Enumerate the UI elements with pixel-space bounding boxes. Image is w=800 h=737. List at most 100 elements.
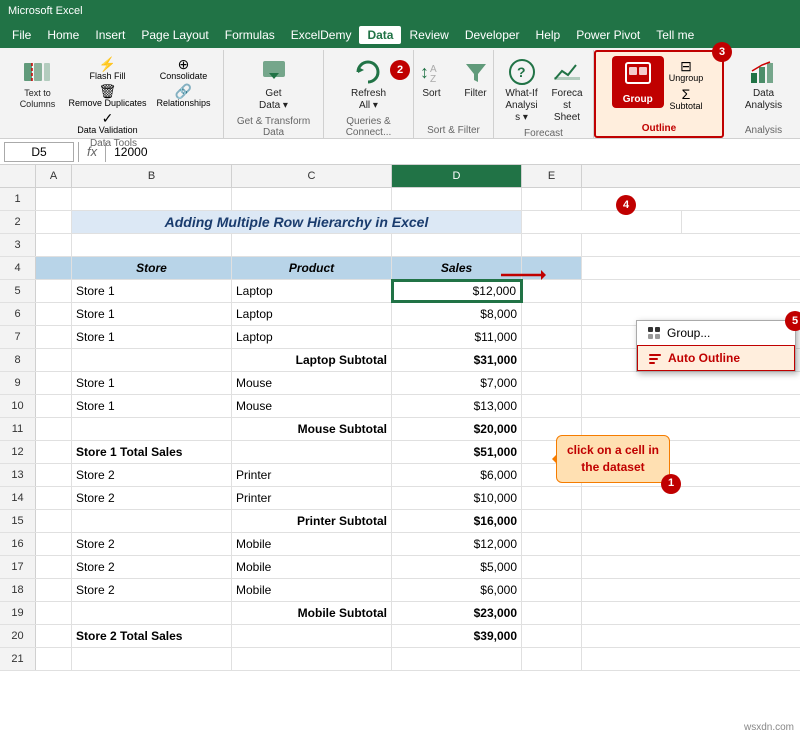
col-header-d[interactable]: D <box>392 165 522 187</box>
cell-r18-c1[interactable]: Store 2 <box>72 579 232 601</box>
cell-r1-c3[interactable] <box>392 188 522 210</box>
menu-item-review[interactable]: Review <box>401 26 456 44</box>
name-box[interactable] <box>4 142 74 162</box>
cell-r1-c0[interactable] <box>36 188 72 210</box>
cell-r17-c4[interactable] <box>522 556 582 578</box>
cell-r21-c4[interactable] <box>522 648 582 670</box>
cell-r8-c4[interactable] <box>522 349 582 371</box>
cell-r13-c2[interactable]: Printer <box>232 464 392 486</box>
cell-r13-c3[interactable]: $6,000 <box>392 464 522 486</box>
get-data-button[interactable]: GetData ▾ <box>254 54 294 114</box>
consolidate-button[interactable]: ⊕ Consolidate <box>154 56 214 82</box>
cell-r21-c0[interactable] <box>36 648 72 670</box>
cell-r19-c2[interactable]: Mobile Subtotal <box>232 602 392 624</box>
cell-r1-c1[interactable] <box>72 188 232 210</box>
cell-r16-c1[interactable]: Store 2 <box>72 533 232 555</box>
cell-r3-c1[interactable] <box>72 234 232 256</box>
cell-r3-c4[interactable] <box>522 234 582 256</box>
menu-item-file[interactable]: File <box>4 26 39 44</box>
refresh-all-button[interactable]: RefreshAll ▾ <box>347 54 390 114</box>
cell-r15-c4[interactable] <box>522 510 582 532</box>
cell-r3-c3[interactable] <box>392 234 522 256</box>
cell-r9-c3[interactable]: $7,000 <box>392 372 522 394</box>
cell-r20-c4[interactable] <box>522 625 582 647</box>
cell-r1-c4[interactable] <box>522 188 582 210</box>
cell-r3-c2[interactable] <box>232 234 392 256</box>
cell-r6-c0[interactable] <box>36 303 72 325</box>
cell-r15-c1[interactable] <box>72 510 232 532</box>
cell-r5-c0[interactable] <box>36 280 72 302</box>
data-validation-button[interactable]: ✓ Data Validation <box>65 110 149 136</box>
cell-r16-c4[interactable] <box>522 533 582 555</box>
cell-r8-c1[interactable] <box>72 349 232 371</box>
cell-r17-c3[interactable]: $5,000 <box>392 556 522 578</box>
cell-r2-c2[interactable] <box>522 211 682 233</box>
menu-item-data[interactable]: Data <box>359 26 401 44</box>
data-analysis-button[interactable]: Data Analysis <box>734 54 794 114</box>
cell-r7-c0[interactable] <box>36 326 72 348</box>
cell-r16-c0[interactable] <box>36 533 72 555</box>
cell-r4-c1[interactable]: Store <box>72 257 232 279</box>
cell-r13-c0[interactable] <box>36 464 72 486</box>
cell-r11-c1[interactable] <box>72 418 232 440</box>
cell-r16-c2[interactable]: Mobile <box>232 533 392 555</box>
cell-r18-c3[interactable]: $6,000 <box>392 579 522 601</box>
cell-r7-c3[interactable]: $11,000 <box>392 326 522 348</box>
cell-r20-c3[interactable]: $39,000 <box>392 625 522 647</box>
cell-r6-c1[interactable]: Store 1 <box>72 303 232 325</box>
cell-r21-c1[interactable] <box>72 648 232 670</box>
subtotal-button[interactable]: Σ Subtotal <box>666 86 707 112</box>
remove-duplicates-button[interactable]: 🗑 Remove Duplicates <box>65 83 149 109</box>
cell-r18-c4[interactable] <box>522 579 582 601</box>
cell-r9-c4[interactable] <box>522 372 582 394</box>
cell-r1-c2[interactable] <box>232 188 392 210</box>
cell-r4-c0[interactable] <box>36 257 72 279</box>
cell-r13-c1[interactable]: Store 2 <box>72 464 232 486</box>
text-to-columns-button[interactable]: Text to Columns <box>13 54 61 112</box>
cell-r14-c2[interactable]: Printer <box>232 487 392 509</box>
cell-r17-c1[interactable]: Store 2 <box>72 556 232 578</box>
cell-r9-c2[interactable]: Mouse <box>232 372 392 394</box>
menu-item-page-layout[interactable]: Page Layout <box>133 26 216 44</box>
cell-r19-c1[interactable] <box>72 602 232 624</box>
cell-r20-c1[interactable]: Store 2 Total Sales <box>72 625 232 647</box>
cell-r21-c3[interactable] <box>392 648 522 670</box>
cell-r19-c0[interactable] <box>36 602 72 624</box>
col-header-c[interactable]: C <box>232 165 392 187</box>
cell-r2-c0[interactable] <box>36 211 72 233</box>
cell-r15-c2[interactable]: Printer Subtotal <box>232 510 392 532</box>
group-menu-item[interactable]: Group... <box>637 321 795 345</box>
col-header-a[interactable]: A <box>36 165 72 187</box>
cell-r2-c1[interactable]: Adding Multiple Row Hierarchy in Excel <box>72 211 522 233</box>
menu-item-exceldemy[interactable]: ExcelDemy <box>283 26 360 44</box>
flash-fill-button[interactable]: ⚡ Flash Fill <box>65 56 149 82</box>
cell-r6-c4[interactable] <box>522 303 582 325</box>
cell-r21-c2[interactable] <box>232 648 392 670</box>
cell-r12-c3[interactable]: $51,000 <box>392 441 522 463</box>
formula-input[interactable] <box>110 145 796 159</box>
cell-r7-c2[interactable]: Laptop <box>232 326 392 348</box>
forecast-sheet-button[interactable]: ForecastSheet <box>547 54 587 126</box>
cell-r8-c0[interactable] <box>36 349 72 371</box>
cell-r10-c1[interactable]: Store 1 <box>72 395 232 417</box>
cell-r11-c0[interactable] <box>36 418 72 440</box>
cell-r14-c0[interactable] <box>36 487 72 509</box>
cell-r17-c0[interactable] <box>36 556 72 578</box>
relationships-button[interactable]: 🔗 Relationships <box>154 83 214 109</box>
cell-r18-c2[interactable]: Mobile <box>232 579 392 601</box>
menu-item-help[interactable]: Help <box>528 26 569 44</box>
cell-r8-c2[interactable]: Laptop Subtotal <box>232 349 392 371</box>
cell-r4-c2[interactable]: Product <box>232 257 392 279</box>
cell-r10-c4[interactable] <box>522 395 582 417</box>
col-header-b[interactable]: B <box>72 165 232 187</box>
menu-item-power-pivot[interactable]: Power Pivot <box>568 26 648 44</box>
ungroup-button[interactable]: ⊟ Ungroup <box>666 58 707 84</box>
cell-r10-c3[interactable]: $13,000 <box>392 395 522 417</box>
cell-r11-c2[interactable]: Mouse Subtotal <box>232 418 392 440</box>
cell-r5-c2[interactable]: Laptop <box>232 280 392 302</box>
cell-r12-c2[interactable] <box>232 441 392 463</box>
cell-r2-c3[interactable] <box>682 211 800 233</box>
cell-r7-c4[interactable] <box>522 326 582 348</box>
menu-item-developer[interactable]: Developer <box>457 26 528 44</box>
cell-r15-c3[interactable]: $16,000 <box>392 510 522 532</box>
